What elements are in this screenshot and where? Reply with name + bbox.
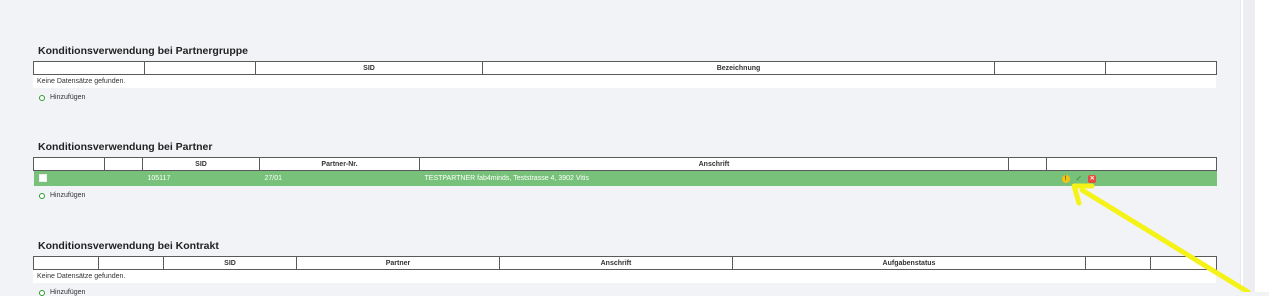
- annotation-arrow: [1071, 183, 1251, 292]
